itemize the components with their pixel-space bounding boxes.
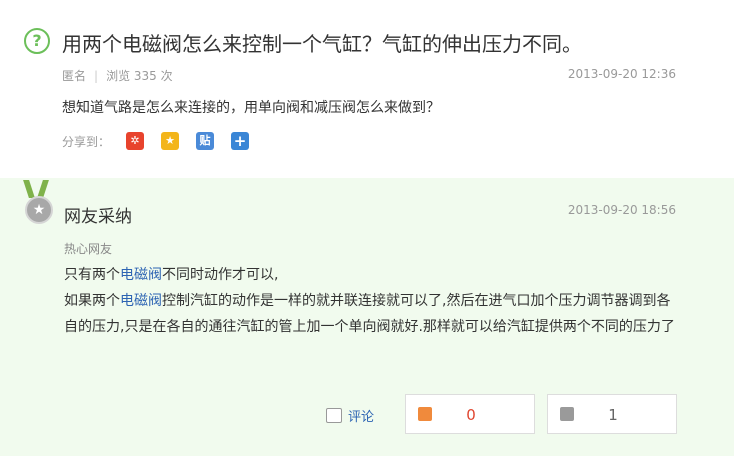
question-timestamp: 2013-09-20 12:36 xyxy=(567,67,676,81)
answer-line-2: 如果两个电磁阀控制汽缸的动作是一样的就并联连接就可以了,然后在进气口加个压力调节… xyxy=(64,288,684,340)
answer-author: 热心网友 xyxy=(64,242,113,256)
share-label: 分享到： xyxy=(62,135,111,149)
downvote-button[interactable]: 1 xyxy=(547,394,677,434)
answer-text: 只有两个 xyxy=(64,267,120,283)
question-title: 用两个电磁阀怎么来控制一个气缸？气缸的伸出压力不同。 xyxy=(62,32,582,56)
keyword-link[interactable]: 电磁阀 xyxy=(120,293,162,309)
comment-label: 评论 xyxy=(348,410,375,425)
weibo-icon[interactable]: ✲ xyxy=(126,132,144,150)
answer-timestamp: 2013-09-20 18:56 xyxy=(567,203,676,217)
answer-body: 只有两个电磁阀不同时动作才可以, 如果两个电磁阀控制汽缸的动作是一样的就并联连接… xyxy=(64,262,684,340)
medal-icon: ★ xyxy=(25,196,53,224)
author-name: 匿名 xyxy=(62,69,87,83)
tieba-icon[interactable]: 贴 xyxy=(196,132,214,150)
upvote-button[interactable]: 0 xyxy=(405,394,535,434)
accepted-badge-label: 网友采纳 xyxy=(64,207,132,227)
keyword-link[interactable]: 电磁阀 xyxy=(120,267,162,283)
upvote-count: 0 xyxy=(466,406,476,424)
comment-icon xyxy=(326,408,342,423)
question-description: 想知道气路是怎么来连接的，用单向阀和减压阀怎么来做到？ xyxy=(62,100,440,116)
answer-text: 不同时动作才可以, xyxy=(162,267,279,283)
answer-line-1: 只有两个电磁阀不同时动作才可以, xyxy=(64,262,684,288)
question-mark-icon: ? xyxy=(24,28,50,54)
answer-text: 如果两个 xyxy=(64,293,120,309)
downvote-count: 1 xyxy=(608,406,618,424)
comment-button[interactable]: 评论 xyxy=(326,406,374,425)
question-meta: 匿名 | 浏览 335 次 xyxy=(62,69,173,83)
qzone-icon[interactable]: ★ xyxy=(161,132,179,150)
view-count: 浏览 335 次 xyxy=(106,69,173,83)
plus-icon[interactable]: + xyxy=(231,132,249,150)
